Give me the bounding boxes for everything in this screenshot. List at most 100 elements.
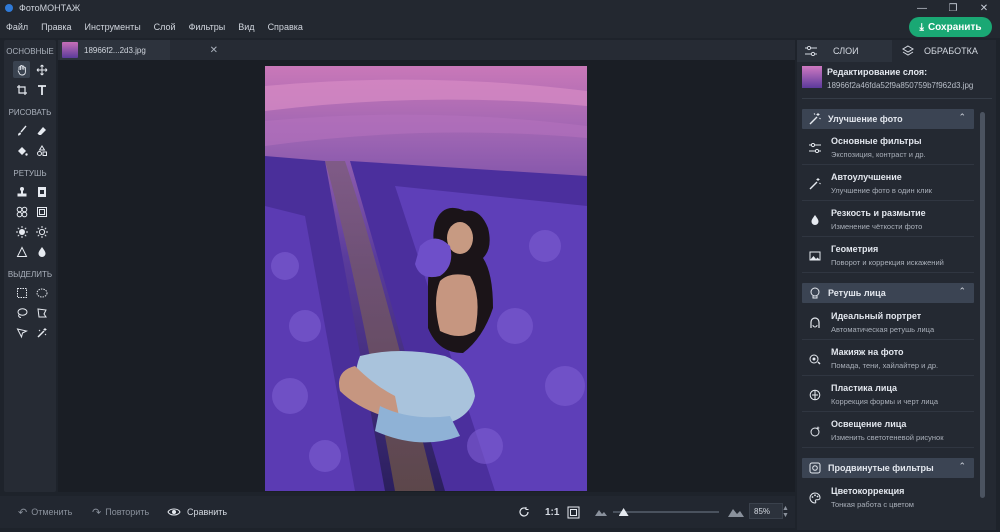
compare-button[interactable]: Сравнить (167, 496, 227, 528)
group-title: Ретушь лица (828, 288, 886, 298)
zoom-out-icon[interactable] (595, 496, 607, 528)
zoom-value-field[interactable]: 85% (749, 503, 783, 519)
tab-processing[interactable]: ОБРАБОТКА (894, 40, 996, 62)
frame-tool-icon[interactable] (33, 203, 50, 220)
save-button[interactable]: ⤓ Сохранить (909, 17, 992, 37)
hand-tool-icon[interactable] (13, 61, 30, 78)
item-subtitle: Изменить светотеневой рисунок (831, 433, 944, 442)
light-tool-icon[interactable] (33, 223, 50, 240)
item-subtitle: Поворот и коррекция искажений (831, 258, 944, 267)
crop-tool-icon[interactable] (13, 81, 30, 98)
panel-scrollbar[interactable] (980, 112, 985, 498)
fill-tool-icon[interactable] (13, 142, 30, 159)
chevron-up-icon[interactable]: ⌃ (958, 461, 966, 472)
layer-thumbnail (802, 66, 822, 88)
magic-select-icon[interactable] (13, 324, 30, 341)
zoom-stepper[interactable]: ▲ ▼ (782, 496, 789, 528)
zoom-up-icon[interactable]: ▲ (782, 505, 789, 512)
menu-filters[interactable]: Фильтры (187, 22, 228, 32)
patch-tool-icon[interactable] (33, 183, 50, 200)
stamp-tool-icon[interactable] (13, 183, 30, 200)
wand-select-icon[interactable] (33, 324, 50, 341)
menu-view[interactable]: Вид (236, 22, 256, 32)
sharpen-tool-icon[interactable] (13, 243, 30, 260)
item-title: Освещение лица (831, 419, 907, 429)
polygon-lasso-icon[interactable] (33, 304, 50, 321)
fit-screen-icon[interactable] (567, 496, 580, 528)
item-face-shape[interactable]: Пластика лица Коррекция формы и черт лиц… (802, 378, 974, 412)
blur-drop-icon[interactable] (33, 243, 50, 260)
magic-wand-icon (808, 112, 822, 126)
menu-file[interactable]: Файл (4, 22, 30, 32)
zoom-in-icon[interactable] (728, 496, 744, 528)
item-title: Идеальный портрет (831, 311, 922, 321)
light-face-icon (808, 424, 822, 438)
portrait-icon (808, 316, 822, 330)
group-advanced-filters[interactable]: Продвинутые фильтры ⌃ (802, 458, 974, 478)
item-basic-filters[interactable]: Основные фильтры Экспозиция, контраст и … (802, 131, 974, 165)
advanced-filter-icon (808, 461, 822, 475)
minimize-icon[interactable]: — (908, 0, 936, 16)
move-tool-icon[interactable] (33, 61, 50, 78)
redo-button[interactable]: ↷ Повторить (92, 496, 149, 528)
brush-tool-icon[interactable] (13, 122, 30, 139)
item-sharpen-blur[interactable]: Резкость и размытие Изменение чёткости ф… (802, 203, 974, 237)
item-title: Основные фильтры (831, 136, 922, 146)
item-title: Пластика лица (831, 383, 898, 393)
menu-help[interactable]: Справка (266, 22, 305, 32)
close-window-icon[interactable]: ✕ (970, 0, 998, 16)
eye-icon (167, 508, 181, 516)
menu-edit[interactable]: Правка (39, 22, 73, 32)
redo-label: Повторить (105, 507, 150, 517)
item-title: Геометрия (831, 244, 879, 254)
chevron-up-icon[interactable]: ⌃ (958, 286, 966, 297)
item-subtitle: Улучшение фото в один клик (831, 186, 932, 195)
face-icon (808, 286, 822, 300)
document-tab[interactable]: 18966f2...2d3.jpg ✕ (60, 40, 218, 60)
item-subtitle: Тонкая работа с цветом (831, 500, 914, 509)
layer-title: Редактирование слоя: (827, 67, 928, 77)
item-auto-enhance[interactable]: Автоулучшение Улучшение фото в один клик (802, 167, 974, 201)
section-basic-label: ОСНОВНЫЕ (6, 47, 54, 56)
item-perfect-portrait[interactable]: Идеальный портрет Автоматическая ретушь … (802, 306, 974, 340)
rect-select-icon[interactable] (13, 284, 30, 301)
download-icon: ⤓ (919, 21, 924, 33)
tab-layers-label: СЛОИ (833, 46, 859, 56)
zoom-slider[interactable] (613, 511, 719, 513)
shapes-tool-icon[interactable] (33, 142, 50, 159)
group-face-retouch[interactable]: Ретушь лица ⌃ (802, 283, 974, 303)
palette-icon (808, 491, 822, 505)
ellipse-select-icon[interactable] (33, 284, 50, 301)
menu-layer[interactable]: Слой (152, 22, 178, 32)
rotate-icon[interactable] (518, 496, 530, 528)
drop-icon (808, 213, 822, 227)
section-draw-label: РИСОВАТЬ (8, 108, 52, 117)
makeup-icon (808, 352, 822, 366)
restore-icon[interactable]: ❐ (939, 0, 967, 16)
close-tab-icon[interactable]: ✕ (210, 45, 218, 56)
group-title: Продвинутые фильтры (828, 463, 934, 473)
sliders-icon (808, 141, 822, 155)
item-geometry[interactable]: Геометрия Поворот и коррекция искажений (802, 239, 974, 273)
app-logo-icon (5, 4, 13, 12)
item-color-correction[interactable]: Цветокоррекция Тонкая работа с цветом (802, 481, 974, 515)
group-photo-enhance[interactable]: Улучшение фото ⌃ (802, 109, 974, 129)
undo-button[interactable]: ↶ Отменить (18, 496, 72, 528)
item-makeup[interactable]: Макияж на фото Помада, тени, хайлайтер и… (802, 342, 974, 376)
layer-filename: 18966f2a46fda52f9a850759b7f962d3.jpg (827, 81, 974, 90)
actual-size-button[interactable]: 1:1 (545, 496, 559, 528)
photo-canvas[interactable] (265, 66, 587, 491)
tab-layers[interactable]: СЛОИ (797, 40, 892, 62)
chevron-up-icon[interactable]: ⌃ (958, 112, 966, 123)
sliders-tab-icon (805, 46, 817, 56)
zoom-down-icon[interactable]: ▼ (782, 512, 789, 519)
item-face-lighting[interactable]: Освещение лица Изменить светотеневой рис… (802, 414, 974, 448)
eraser-tool-icon[interactable] (33, 122, 50, 139)
healing-tool-icon[interactable] (13, 203, 30, 220)
item-subtitle: Автоматическая ретушь лица (831, 325, 935, 334)
text-tool-icon[interactable] (33, 81, 50, 98)
menu-tools[interactable]: Инструменты (83, 22, 143, 32)
compare-label: Сравнить (187, 507, 228, 517)
lasso-select-icon[interactable] (13, 304, 30, 321)
brightness-tool-icon[interactable] (13, 223, 30, 240)
